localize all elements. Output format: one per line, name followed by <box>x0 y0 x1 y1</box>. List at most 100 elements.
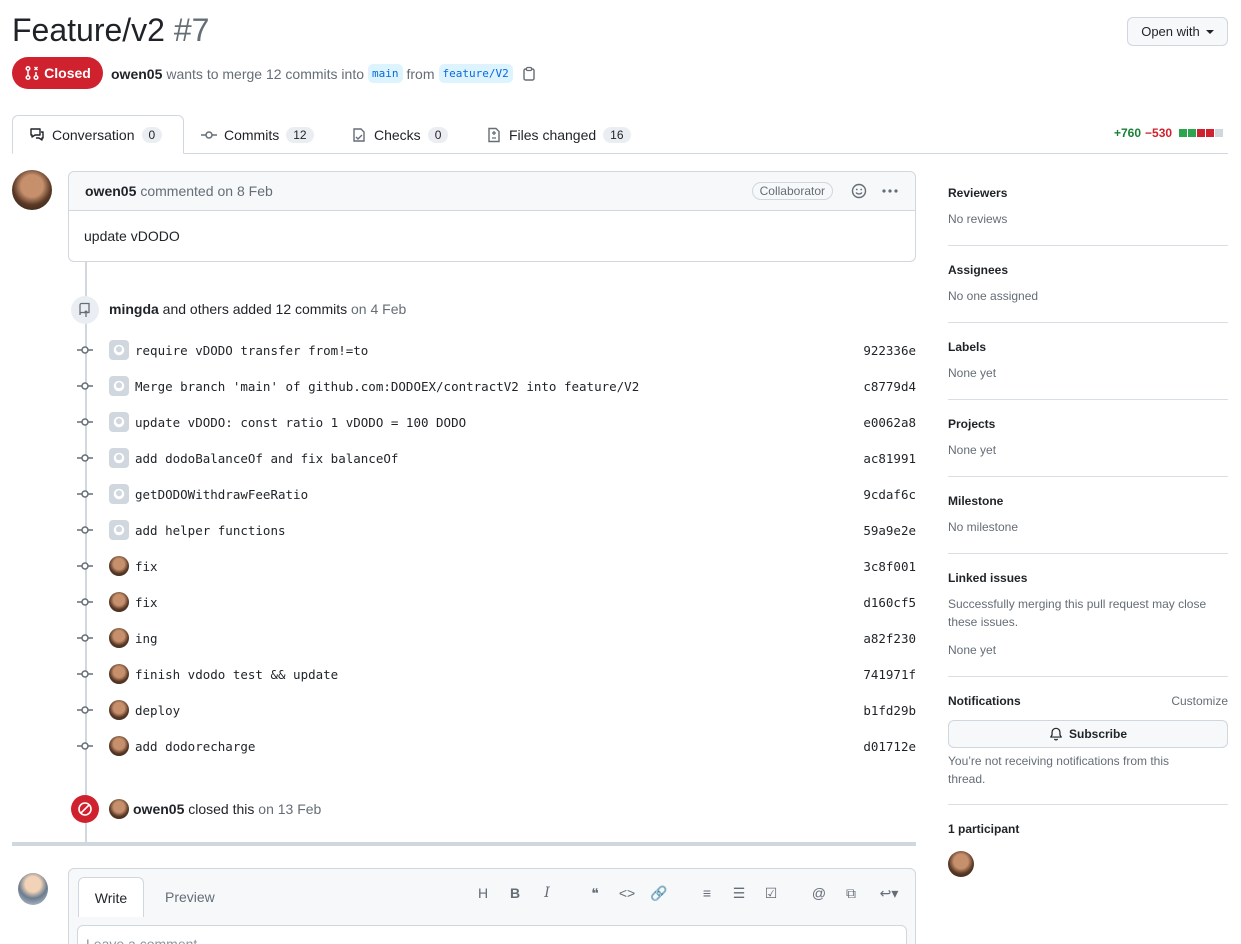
italic-icon[interactable]: I <box>537 885 557 901</box>
git-commit-icon <box>75 738 95 754</box>
commit-message[interactable]: add dodorecharge <box>135 739 255 754</box>
closed-event-date[interactable]: on 13 Feb <box>258 801 321 817</box>
commit-message[interactable]: finish vdodo test && update <box>135 667 338 682</box>
commit-row[interactable]: fix d160cf5 <box>75 584 916 620</box>
commit-message[interactable]: ing <box>135 631 158 646</box>
quote-icon[interactable]: ❝ <box>585 885 605 901</box>
tab-checks[interactable]: Checks 0 <box>351 115 449 154</box>
sidebar-heading[interactable]: Assignees <box>948 263 1228 277</box>
closed-event: owen05 closed this on 13 Feb <box>133 801 321 817</box>
ordered-list-icon[interactable]: ☰ <box>729 885 749 901</box>
github-avatar-icon[interactable] <box>109 484 129 504</box>
commit-message[interactable]: add dodoBalanceOf and fix balanceOf <box>135 451 398 466</box>
git-commit-icon <box>75 378 95 394</box>
bold-icon[interactable]: B <box>505 885 525 901</box>
github-avatar-icon[interactable] <box>109 376 129 396</box>
commit-message[interactable]: getDODOWithdrawFeeRatio <box>135 487 308 502</box>
commit-sha[interactable]: b1fd29b <box>863 703 916 718</box>
tab-preview[interactable]: Preview <box>165 877 215 917</box>
github-avatar-icon[interactable] <box>109 412 129 432</box>
tasklist-icon[interactable]: ☑ <box>761 885 781 901</box>
cross-reference-icon[interactable]: ⧉ <box>841 885 861 901</box>
comment-input[interactable]: Leave a comment <box>77 925 907 944</box>
participant-avatar[interactable] <box>948 851 974 877</box>
kebab-horizontal-icon[interactable] <box>881 183 899 199</box>
commit-sha[interactable]: d01712e <box>863 739 916 754</box>
closed-actor[interactable]: owen05 <box>133 801 184 817</box>
sidebar-heading[interactable]: Milestone <box>948 494 1228 508</box>
copy-icon[interactable] <box>521 66 537 82</box>
current-user-avatar[interactable] <box>18 873 48 905</box>
commit-message[interactable]: fix <box>135 595 158 610</box>
base-branch[interactable]: main <box>368 64 403 83</box>
commit-sha[interactable]: 3c8f001 <box>863 559 916 574</box>
commit-row[interactable]: getDODOWithdrawFeeRatio 9cdaf6c <box>75 476 916 512</box>
github-avatar-icon[interactable] <box>109 448 129 468</box>
reply-icon[interactable]: ↩▾ <box>873 885 905 901</box>
commit-row[interactable]: add helper functions 59a9e2e <box>75 512 916 548</box>
commit-message[interactable]: deploy <box>135 703 180 718</box>
author-link[interactable]: owen05 <box>111 66 162 82</box>
github-avatar-icon[interactable] <box>109 340 129 360</box>
commit-row[interactable]: add dodoBalanceOf and fix balanceOf ac819… <box>75 440 916 476</box>
avatar[interactable] <box>109 628 129 648</box>
sidebar-heading[interactable]: Projects <box>948 417 1228 431</box>
link-icon[interactable]: 🔗 <box>649 885 669 901</box>
comment-date[interactable]: on 8 Feb <box>218 183 273 199</box>
sidebar-labels: Labels None yet <box>948 340 1228 400</box>
commit-sha[interactable]: 9cdaf6c <box>863 487 916 502</box>
commits-event-date[interactable]: on 4 Feb <box>351 301 406 317</box>
commit-message[interactable]: fix <box>135 559 158 574</box>
sidebar-heading[interactable]: Labels <box>948 340 1228 354</box>
avatar[interactable] <box>109 799 129 819</box>
commit-sha[interactable]: d160cf5 <box>863 595 916 610</box>
unordered-list-icon[interactable]: ≡ <box>697 885 717 901</box>
commit-sha[interactable]: 741971f <box>863 667 916 682</box>
tab-write[interactable]: Write <box>78 877 144 917</box>
avatar[interactable] <box>109 592 129 612</box>
commit-row[interactable]: Merge branch 'main' of github.com:DODOEX… <box>75 368 916 404</box>
commit-row[interactable]: finish vdodo test && update 741971f <box>75 656 916 692</box>
avatar[interactable] <box>109 736 129 756</box>
avatar[interactable] <box>109 664 129 684</box>
commit-row[interactable]: ing a82f230 <box>75 620 916 656</box>
avatar[interactable] <box>109 700 129 720</box>
open-with-button[interactable]: Open with <box>1127 17 1228 46</box>
customize-link[interactable]: Customize <box>1171 694 1228 708</box>
sidebar-heading[interactable]: Reviewers <box>948 186 1228 200</box>
comment-header: owen05 commented on 8 Feb Collaborator <box>69 172 915 211</box>
commit-message[interactable]: add helper functions <box>135 523 286 538</box>
code-icon[interactable]: <> <box>617 885 637 901</box>
commit-sha[interactable]: 59a9e2e <box>863 523 916 538</box>
commit-sha[interactable]: a82f230 <box>863 631 916 646</box>
comment-author[interactable]: owen05 <box>85 183 136 199</box>
commit-row[interactable]: require vDODO transfer from!=to 922336e <box>75 332 916 368</box>
commit-message[interactable]: update vDODO: const ratio 1 vDODO = 100 … <box>135 415 466 430</box>
tab-commits[interactable]: Commits 12 <box>201 115 314 154</box>
head-branch[interactable]: feature/V2 <box>438 64 513 83</box>
avatar[interactable] <box>12 170 52 210</box>
sidebar-projects: Projects None yet <box>948 417 1228 477</box>
comment-action: commented <box>140 183 214 199</box>
sidebar-value: Successfully merging this pull request m… <box>948 597 1207 629</box>
commits-actor[interactable]: mingda <box>109 301 159 317</box>
commit-sha[interactable]: ac81991 <box>863 451 916 466</box>
sidebar-heading[interactable]: Linked issues <box>948 571 1228 585</box>
commit-sha[interactable]: c8779d4 <box>863 379 916 394</box>
smiley-icon[interactable] <box>851 183 867 199</box>
commit-row[interactable]: add dodorecharge d01712e <box>75 728 916 764</box>
commit-message[interactable]: Merge branch 'main' of github.com:DODOEX… <box>135 379 639 394</box>
avatar[interactable] <box>109 556 129 576</box>
commit-sha[interactable]: e0062a8 <box>863 415 916 430</box>
commit-message[interactable]: require vDODO transfer from!=to <box>135 343 368 358</box>
commit-row[interactable]: deploy b1fd29b <box>75 692 916 728</box>
github-avatar-icon[interactable] <box>109 520 129 540</box>
commit-sha[interactable]: 922336e <box>863 343 916 358</box>
tab-files-changed[interactable]: Files changed 16 <box>486 115 631 154</box>
commit-row[interactable]: fix 3c8f001 <box>75 548 916 584</box>
subscribe-button[interactable]: Subscribe <box>948 720 1228 748</box>
commit-row[interactable]: update vDODO: const ratio 1 vDODO = 100 … <box>75 404 916 440</box>
tab-conversation[interactable]: Conversation 0 <box>12 115 184 154</box>
heading-icon[interactable]: H <box>473 885 493 901</box>
mention-icon[interactable]: @ <box>809 885 829 901</box>
